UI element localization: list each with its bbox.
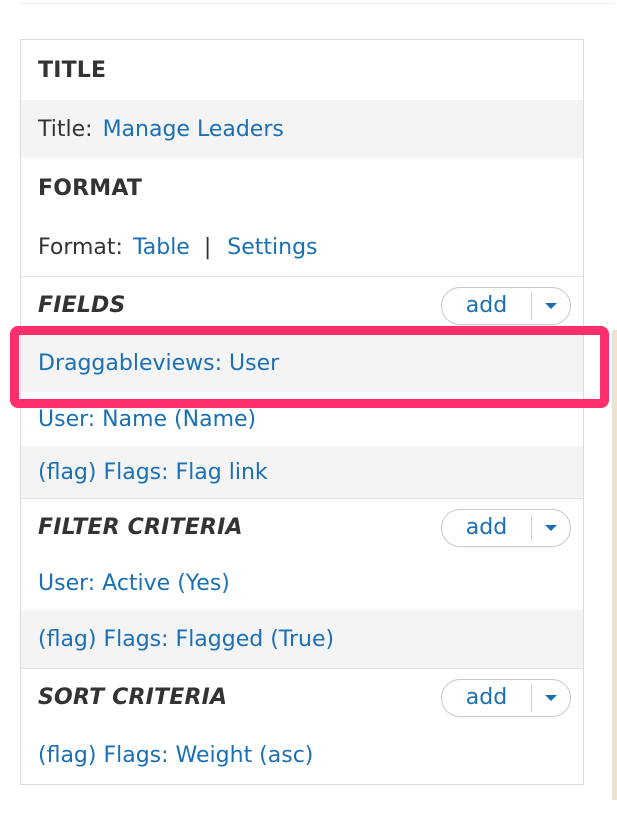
sort-item: (flag) Flags: Weight (asc) (21, 726, 583, 784)
fields-add-button[interactable]: add (442, 293, 531, 318)
title-value-link[interactable]: Manage Leaders (103, 117, 284, 142)
format-heading: FORMAT (38, 175, 143, 201)
filter-link-user-active[interactable]: User: Active (Yes) (38, 571, 230, 596)
sort-criteria-heading: SORT CRITERIA (38, 685, 228, 710)
filter-item: (flag) Flags: Flagged (True) (21, 610, 583, 668)
field-link-user-name[interactable]: User: Name (Name) (38, 407, 256, 432)
sort-add-dropdown[interactable]: add (441, 678, 571, 717)
chevron-down-icon[interactable] (532, 288, 570, 324)
filter-add-button[interactable]: add (442, 515, 531, 540)
field-link-flag-link[interactable]: (flag) Flags: Flag link (38, 460, 268, 485)
format-heading-row: FORMAT (21, 158, 583, 218)
format-row: Format: Table | Settings (21, 218, 583, 276)
field-link-draggableviews[interactable]: Draggableviews: User (38, 351, 279, 376)
title-row: Title: Manage Leaders (21, 100, 583, 158)
filter-item: User: Active (Yes) (21, 556, 583, 610)
sort-heading-row: SORT CRITERIA add (21, 668, 583, 726)
filter-criteria-heading: FILTER CRITERIA (38, 515, 243, 540)
format-table-link[interactable]: Table (133, 235, 190, 260)
fields-heading-row: FIELDS add (21, 276, 583, 334)
filter-heading-row: FILTER CRITERIA add (21, 498, 583, 556)
sort-add-button[interactable]: add (442, 685, 531, 710)
chevron-down-icon[interactable] (532, 680, 570, 716)
format-separator: | (203, 234, 212, 260)
field-item: (flag) Flags: Flag link (21, 446, 583, 498)
format-label: Format: (38, 234, 123, 260)
field-item: Draggableviews: User (21, 334, 583, 392)
filter-add-dropdown[interactable]: add (441, 508, 571, 547)
sort-link-weight[interactable]: (flag) Flags: Weight (asc) (38, 743, 313, 768)
fields-heading: FIELDS (38, 293, 126, 318)
filter-link-flagged[interactable]: (flag) Flags: Flagged (True) (38, 627, 334, 652)
title-heading-row: TITLE (21, 40, 583, 100)
title-label: Title: (38, 116, 93, 142)
title-heading: TITLE (38, 57, 107, 83)
format-settings-link[interactable]: Settings (227, 235, 317, 260)
views-settings-panel: TITLE Title: Manage Leaders FORMAT Forma… (20, 39, 584, 785)
top-divider (20, 3, 614, 4)
adjacent-panel-edge (612, 330, 617, 800)
fields-add-dropdown[interactable]: add (441, 286, 571, 325)
field-item: User: Name (Name) (21, 392, 583, 446)
chevron-down-icon[interactable] (532, 510, 570, 546)
